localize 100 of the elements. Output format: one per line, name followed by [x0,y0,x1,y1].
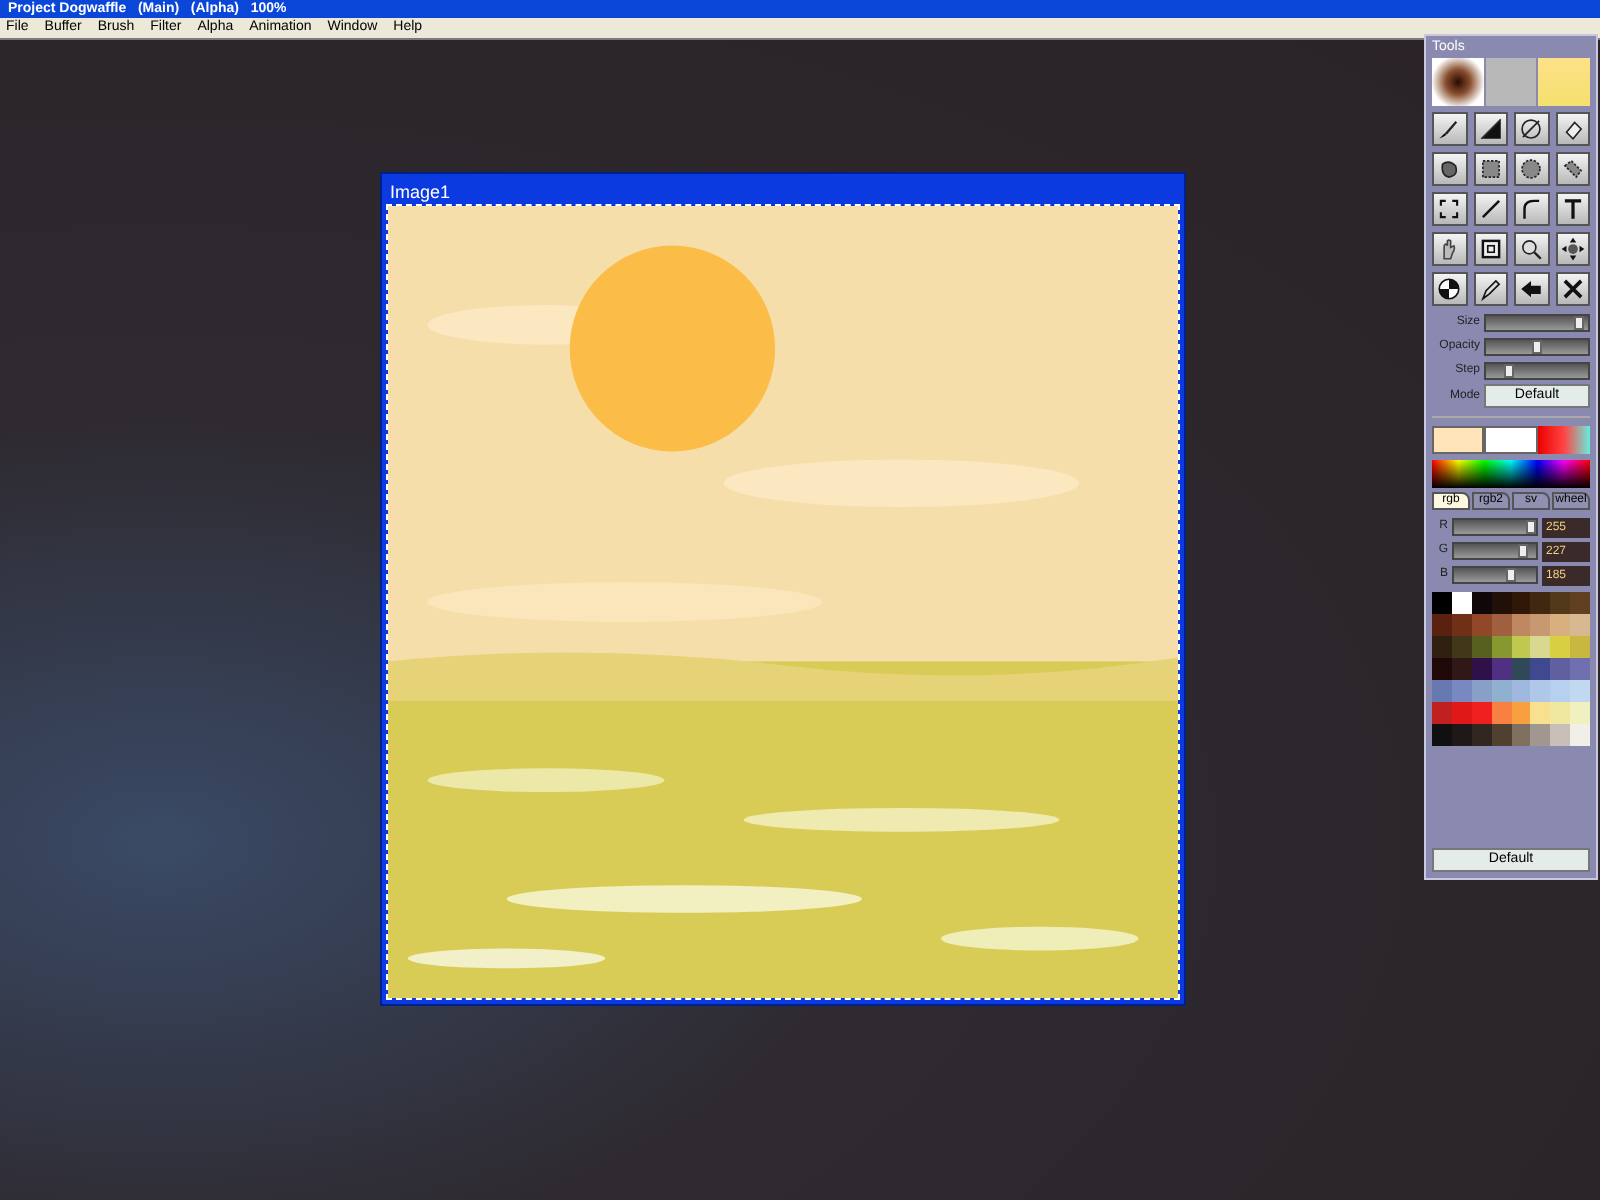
palette-swatch[interactable] [1511,724,1531,746]
palette-swatch[interactable] [1471,680,1492,702]
palette-swatch[interactable] [1550,592,1571,614]
palette-swatch[interactable] [1570,702,1590,724]
slider-track[interactable] [1484,362,1590,380]
palette-swatch[interactable] [1451,702,1472,724]
slider-thumb[interactable] [1518,544,1529,558]
move-arrows-icon [1559,236,1586,262]
palette-swatch[interactable] [1451,614,1472,636]
tool-button[interactable] [1514,192,1549,226]
tool-button[interactable] [1432,232,1467,266]
palette-swatch[interactable] [1530,658,1551,680]
palette-swatch[interactable] [1432,658,1452,680]
palette-swatch[interactable] [1511,658,1531,680]
image-window-title: Image1 [390,181,451,201]
palette-swatch[interactable] [1491,592,1511,614]
tool-button[interactable] [1514,232,1549,266]
tool-button[interactable] [1555,232,1590,266]
tool-button[interactable] [1514,152,1549,186]
palette-swatch[interactable] [1432,614,1452,636]
palette-swatch[interactable] [1550,658,1571,680]
palette-swatch[interactable] [1530,702,1551,724]
slider-track[interactable] [1452,518,1538,536]
tool-button[interactable] [1514,272,1549,306]
palette-swatch[interactable] [1570,636,1590,658]
palette-swatch[interactable] [1570,680,1590,702]
palette-swatch[interactable] [1471,658,1492,680]
palette-swatch[interactable] [1432,636,1452,658]
palette-swatch[interactable] [1432,592,1452,614]
palette-swatch[interactable] [1451,680,1472,702]
tool-button[interactable] [1473,112,1508,146]
slider-thumb[interactable] [1506,568,1517,582]
slider-track[interactable] [1484,338,1590,356]
palette-swatch[interactable] [1451,592,1472,614]
slider-thumb[interactable] [1526,520,1536,534]
spectrum-bar[interactable] [1432,460,1590,488]
slider-thumb[interactable] [1532,340,1542,354]
palette-swatch[interactable] [1471,614,1492,636]
slider-thumb[interactable] [1573,316,1584,330]
soft-brush-preview[interactable] [1432,58,1484,106]
tool-button[interactable] [1555,112,1590,146]
palette-swatch[interactable] [1491,680,1511,702]
slider-thumb[interactable] [1504,364,1515,378]
checkered-ball-icon [1436,276,1463,302]
palette-swatch[interactable] [1530,724,1551,746]
palette-swatch[interactable] [1491,658,1511,680]
color-gradient-swatch[interactable] [1537,426,1590,454]
palette-swatch[interactable] [1550,724,1571,746]
palette-swatch[interactable] [1570,592,1590,614]
tool-button[interactable] [1555,272,1590,306]
tool-button[interactable] [1432,192,1467,226]
slider-track[interactable] [1484,314,1590,332]
palette-swatch[interactable] [1530,592,1551,614]
palette-swatch[interactable] [1491,614,1511,636]
palette-swatch[interactable] [1471,702,1492,724]
palette-swatch[interactable] [1550,614,1571,636]
tool-button[interactable] [1432,272,1467,306]
palette-swatch[interactable] [1511,614,1531,636]
palette-swatch[interactable] [1471,592,1492,614]
palette-swatch[interactable] [1511,636,1531,658]
palette-swatch[interactable] [1451,636,1472,658]
palette-swatch[interactable] [1570,614,1590,636]
palette-swatch[interactable] [1451,658,1472,680]
color-swatch[interactable] [1432,426,1485,454]
palette-swatch[interactable] [1550,702,1571,724]
palette-swatch[interactable] [1432,724,1452,746]
palette-swatch[interactable] [1491,636,1511,658]
color-swatch[interactable] [1484,426,1538,454]
palette-swatch[interactable] [1511,680,1531,702]
palette-swatch[interactable] [1570,724,1590,746]
circle-select-icon [1518,156,1545,182]
tool-button[interactable] [1555,192,1590,226]
palette-swatch[interactable] [1491,702,1511,724]
palette-swatch[interactable] [1530,636,1551,658]
line-icon [1477,196,1504,222]
palette-swatch[interactable] [1530,680,1551,702]
tool-button[interactable] [1514,112,1549,146]
palette-swatch[interactable] [1570,658,1590,680]
tool-button[interactable] [1473,192,1508,226]
palette-swatch[interactable] [1511,702,1531,724]
tool-button[interactable] [1432,152,1467,186]
tool-button[interactable] [1473,152,1508,186]
palette-swatch[interactable] [1471,636,1492,658]
tool-button[interactable] [1473,272,1508,306]
palette-swatch[interactable] [1550,680,1571,702]
pen-icon [1477,276,1504,302]
slider-track[interactable] [1452,542,1538,560]
palette-swatch[interactable] [1491,724,1511,746]
tool-button[interactable] [1432,112,1467,146]
palette-swatch[interactable] [1530,614,1551,636]
palette-swatch[interactable] [1432,680,1452,702]
tool-button[interactable] [1555,152,1590,186]
slider-track[interactable] [1452,566,1538,584]
palette-swatch[interactable] [1471,724,1492,746]
palette-swatch[interactable] [1432,702,1452,724]
palette-swatch[interactable] [1451,724,1472,746]
crop-corners-icon [1436,196,1463,222]
tool-button[interactable] [1473,232,1508,266]
palette-swatch[interactable] [1511,592,1531,614]
palette-swatch[interactable] [1550,636,1571,658]
